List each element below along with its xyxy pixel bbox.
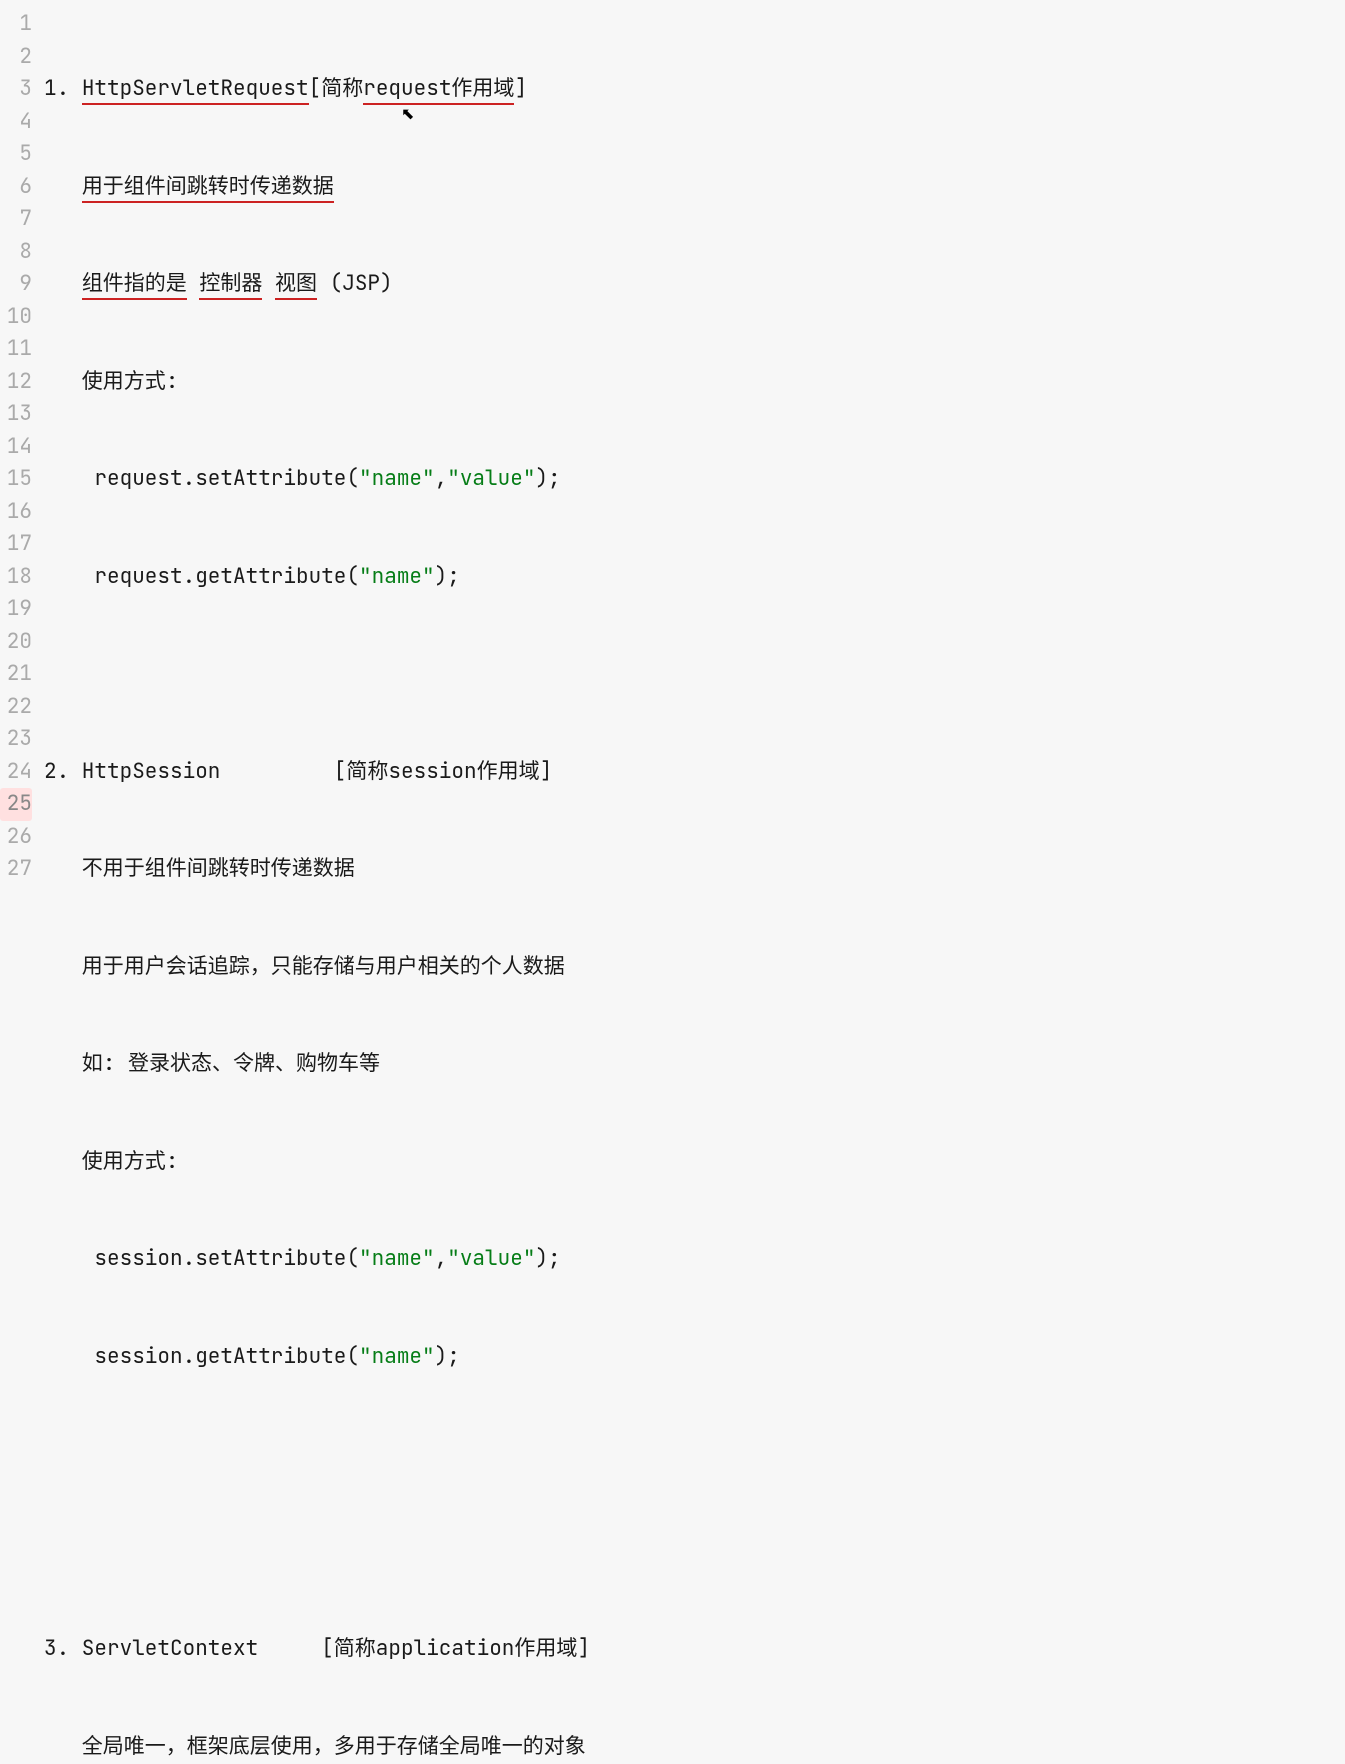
code-line[interactable]: 使用方式: [44, 1146, 1345, 1179]
code-line[interactable]: request.setAttribute("name","value"); [44, 463, 1345, 496]
code-line[interactable] [44, 658, 1345, 691]
code-line[interactable]: session.setAttribute("name","value"); [44, 1243, 1345, 1276]
line-number: 24 [0, 756, 32, 789]
line-number: 4 [0, 106, 32, 139]
line-number: 20 [0, 626, 32, 659]
line-number: 7 [0, 203, 32, 236]
code-line[interactable]: session.getAttribute("name"); [44, 1341, 1345, 1374]
line-number: 17 [0, 528, 32, 561]
code-area[interactable]: 1. HttpServletRequest[简称request作用域] 用于组件… [44, 8, 1345, 1764]
underlined-text: request作用域 [363, 75, 514, 105]
line-number: 16 [0, 496, 32, 529]
line-number-current: 25 [0, 788, 32, 821]
code-line[interactable] [44, 1536, 1345, 1569]
line-number: 10 [0, 301, 32, 334]
line-number: 5 [0, 138, 32, 171]
line-number: 14 [0, 431, 32, 464]
underlined-text: HttpServletRequest [82, 75, 309, 105]
code-line[interactable]: 2. HttpSession [简称session作用域] [44, 756, 1345, 789]
code-line[interactable]: 用于组件间跳转时传递数据 [44, 171, 1345, 204]
code-line[interactable]: 用于用户会话追踪，只能存储与用户相关的个人数据 [44, 951, 1345, 984]
code-line[interactable]: 组件指的是 控制器 视图 (JSP) [44, 268, 1345, 301]
underlined-text: 组件指的是 [82, 270, 187, 300]
line-number: 18 [0, 561, 32, 594]
underlined-text: 传递数据 [250, 173, 334, 203]
line-number: 6 [0, 171, 32, 204]
line-number: 15 [0, 463, 32, 496]
line-number: 27 [0, 853, 32, 886]
line-number: 8 [0, 236, 32, 269]
code-line[interactable]: 全局唯一，框架底层使用，多用于存储全局唯一的对象 [44, 1731, 1345, 1764]
code-line[interactable]: request.getAttribute("name"); [44, 561, 1345, 594]
line-number: 19 [0, 593, 32, 626]
line-number: 26 [0, 821, 32, 854]
underlined-text: 控制器 [199, 270, 262, 300]
line-number: 12 [0, 366, 32, 399]
code-line[interactable]: 不用于组件间跳转时传递数据 [44, 853, 1345, 886]
line-number: 11 [0, 333, 32, 366]
code-line[interactable]: 使用方式: [44, 366, 1345, 399]
code-line[interactable]: 如: 登录状态、令牌、购物车等 [44, 1048, 1345, 1081]
underlined-text: 用于组件间跳转时 [82, 173, 250, 203]
underlined-text: 视图 [275, 270, 317, 300]
line-number: 21 [0, 658, 32, 691]
line-number: 1 [0, 8, 32, 41]
line-number: 2 [0, 41, 32, 74]
code-line[interactable]: 1. HttpServletRequest[简称request作用域] [44, 73, 1345, 106]
code-line[interactable] [44, 1438, 1345, 1471]
line-number-gutter: 1 2 3 4 5 6 7 8 9 10 11 12 13 14 15 16 1… [0, 8, 44, 1764]
line-number: 22 [0, 691, 32, 724]
code-line[interactable]: 3. ServletContext [简称application作用域] [44, 1633, 1345, 1666]
line-number: 9 [0, 268, 32, 301]
line-number: 23 [0, 723, 32, 756]
line-number: 13 [0, 398, 32, 431]
line-number: 3 [0, 73, 32, 106]
code-editor[interactable]: 1 2 3 4 5 6 7 8 9 10 11 12 13 14 15 16 1… [0, 0, 1345, 1764]
